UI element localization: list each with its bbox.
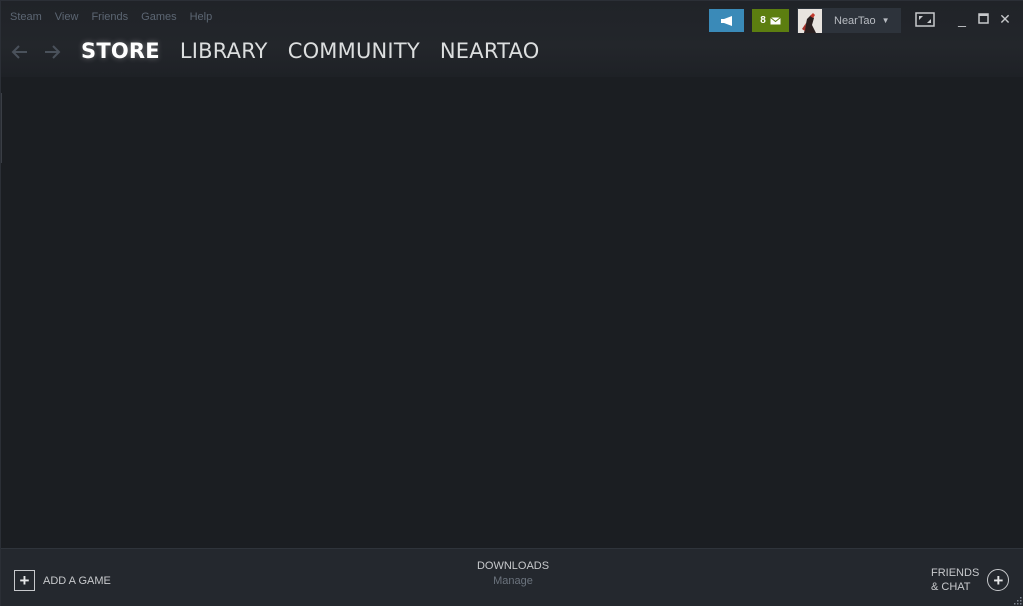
tab-profile[interactable]: NEARTAO bbox=[440, 39, 540, 63]
add-game-label: ADD A GAME bbox=[43, 574, 111, 587]
nav-arrows bbox=[11, 41, 61, 63]
steam-window: Steam View Friends Games Help STORE LIBR… bbox=[0, 0, 1023, 606]
resize-grip-icon[interactable] bbox=[1014, 597, 1022, 605]
footer-bar: + ADD A GAME DOWNLOADS Manage FRIENDS & … bbox=[1, 548, 1023, 606]
menu-view[interactable]: View bbox=[55, 11, 79, 23]
account-menu-button[interactable]: NearTao ▼ bbox=[797, 8, 901, 33]
plus-circle-icon: + bbox=[987, 569, 1010, 591]
title-bar: Steam View Friends Games Help STORE LIBR… bbox=[1, 1, 1023, 77]
divider bbox=[1, 93, 2, 163]
menu-friends[interactable]: Friends bbox=[91, 11, 128, 23]
downloads-title: DOWNLOADS bbox=[476, 560, 550, 572]
notifications-button[interactable]: 8 bbox=[752, 9, 789, 32]
avatar bbox=[798, 8, 822, 33]
envelope-icon bbox=[769, 16, 781, 24]
big-picture-icon bbox=[915, 12, 935, 27]
forward-button[interactable] bbox=[43, 41, 61, 63]
tab-store[interactable]: STORE bbox=[81, 39, 160, 63]
main-nav-tabs: STORE LIBRARY COMMUNITY NEARTAO bbox=[81, 39, 559, 63]
plus-icon: + bbox=[14, 570, 35, 591]
menu-help[interactable]: Help bbox=[190, 11, 213, 23]
announcements-button[interactable] bbox=[709, 9, 744, 32]
account-name: NearTao bbox=[834, 14, 876, 27]
chevron-down-icon: ▼ bbox=[881, 16, 890, 25]
arrow-right-icon bbox=[45, 45, 61, 59]
friends-chat-button[interactable]: FRIENDS & CHAT + bbox=[931, 566, 1010, 594]
menu-bar: Steam View Friends Games Help bbox=[10, 11, 225, 23]
downloads-manage-label: Manage bbox=[493, 575, 533, 587]
notification-count: 8 bbox=[760, 15, 766, 26]
maximize-button[interactable] bbox=[976, 11, 990, 27]
store-content-area bbox=[2, 77, 1023, 548]
close-button[interactable]: ✕ bbox=[998, 11, 1012, 27]
megaphone-icon bbox=[720, 15, 732, 26]
downloads-button[interactable]: DOWNLOADS Manage bbox=[413, 560, 613, 587]
add-game-button[interactable]: + ADD A GAME bbox=[14, 570, 111, 591]
friends-chat-label: FRIENDS & CHAT bbox=[931, 566, 979, 594]
avatar-image bbox=[798, 8, 822, 33]
tab-library[interactable]: LIBRARY bbox=[180, 39, 268, 63]
back-button[interactable] bbox=[11, 41, 29, 63]
friends-label-line2: & CHAT bbox=[931, 581, 971, 593]
friends-label-line1: FRIENDS bbox=[931, 567, 980, 579]
arrow-left-icon bbox=[11, 45, 27, 59]
menu-games[interactable]: Games bbox=[141, 11, 176, 23]
menu-steam[interactable]: Steam bbox=[10, 11, 42, 23]
big-picture-button[interactable] bbox=[915, 12, 935, 28]
maximize-icon bbox=[977, 13, 989, 24]
tab-community[interactable]: COMMUNITY bbox=[288, 39, 420, 63]
minimize-button[interactable]: _ bbox=[955, 11, 969, 27]
